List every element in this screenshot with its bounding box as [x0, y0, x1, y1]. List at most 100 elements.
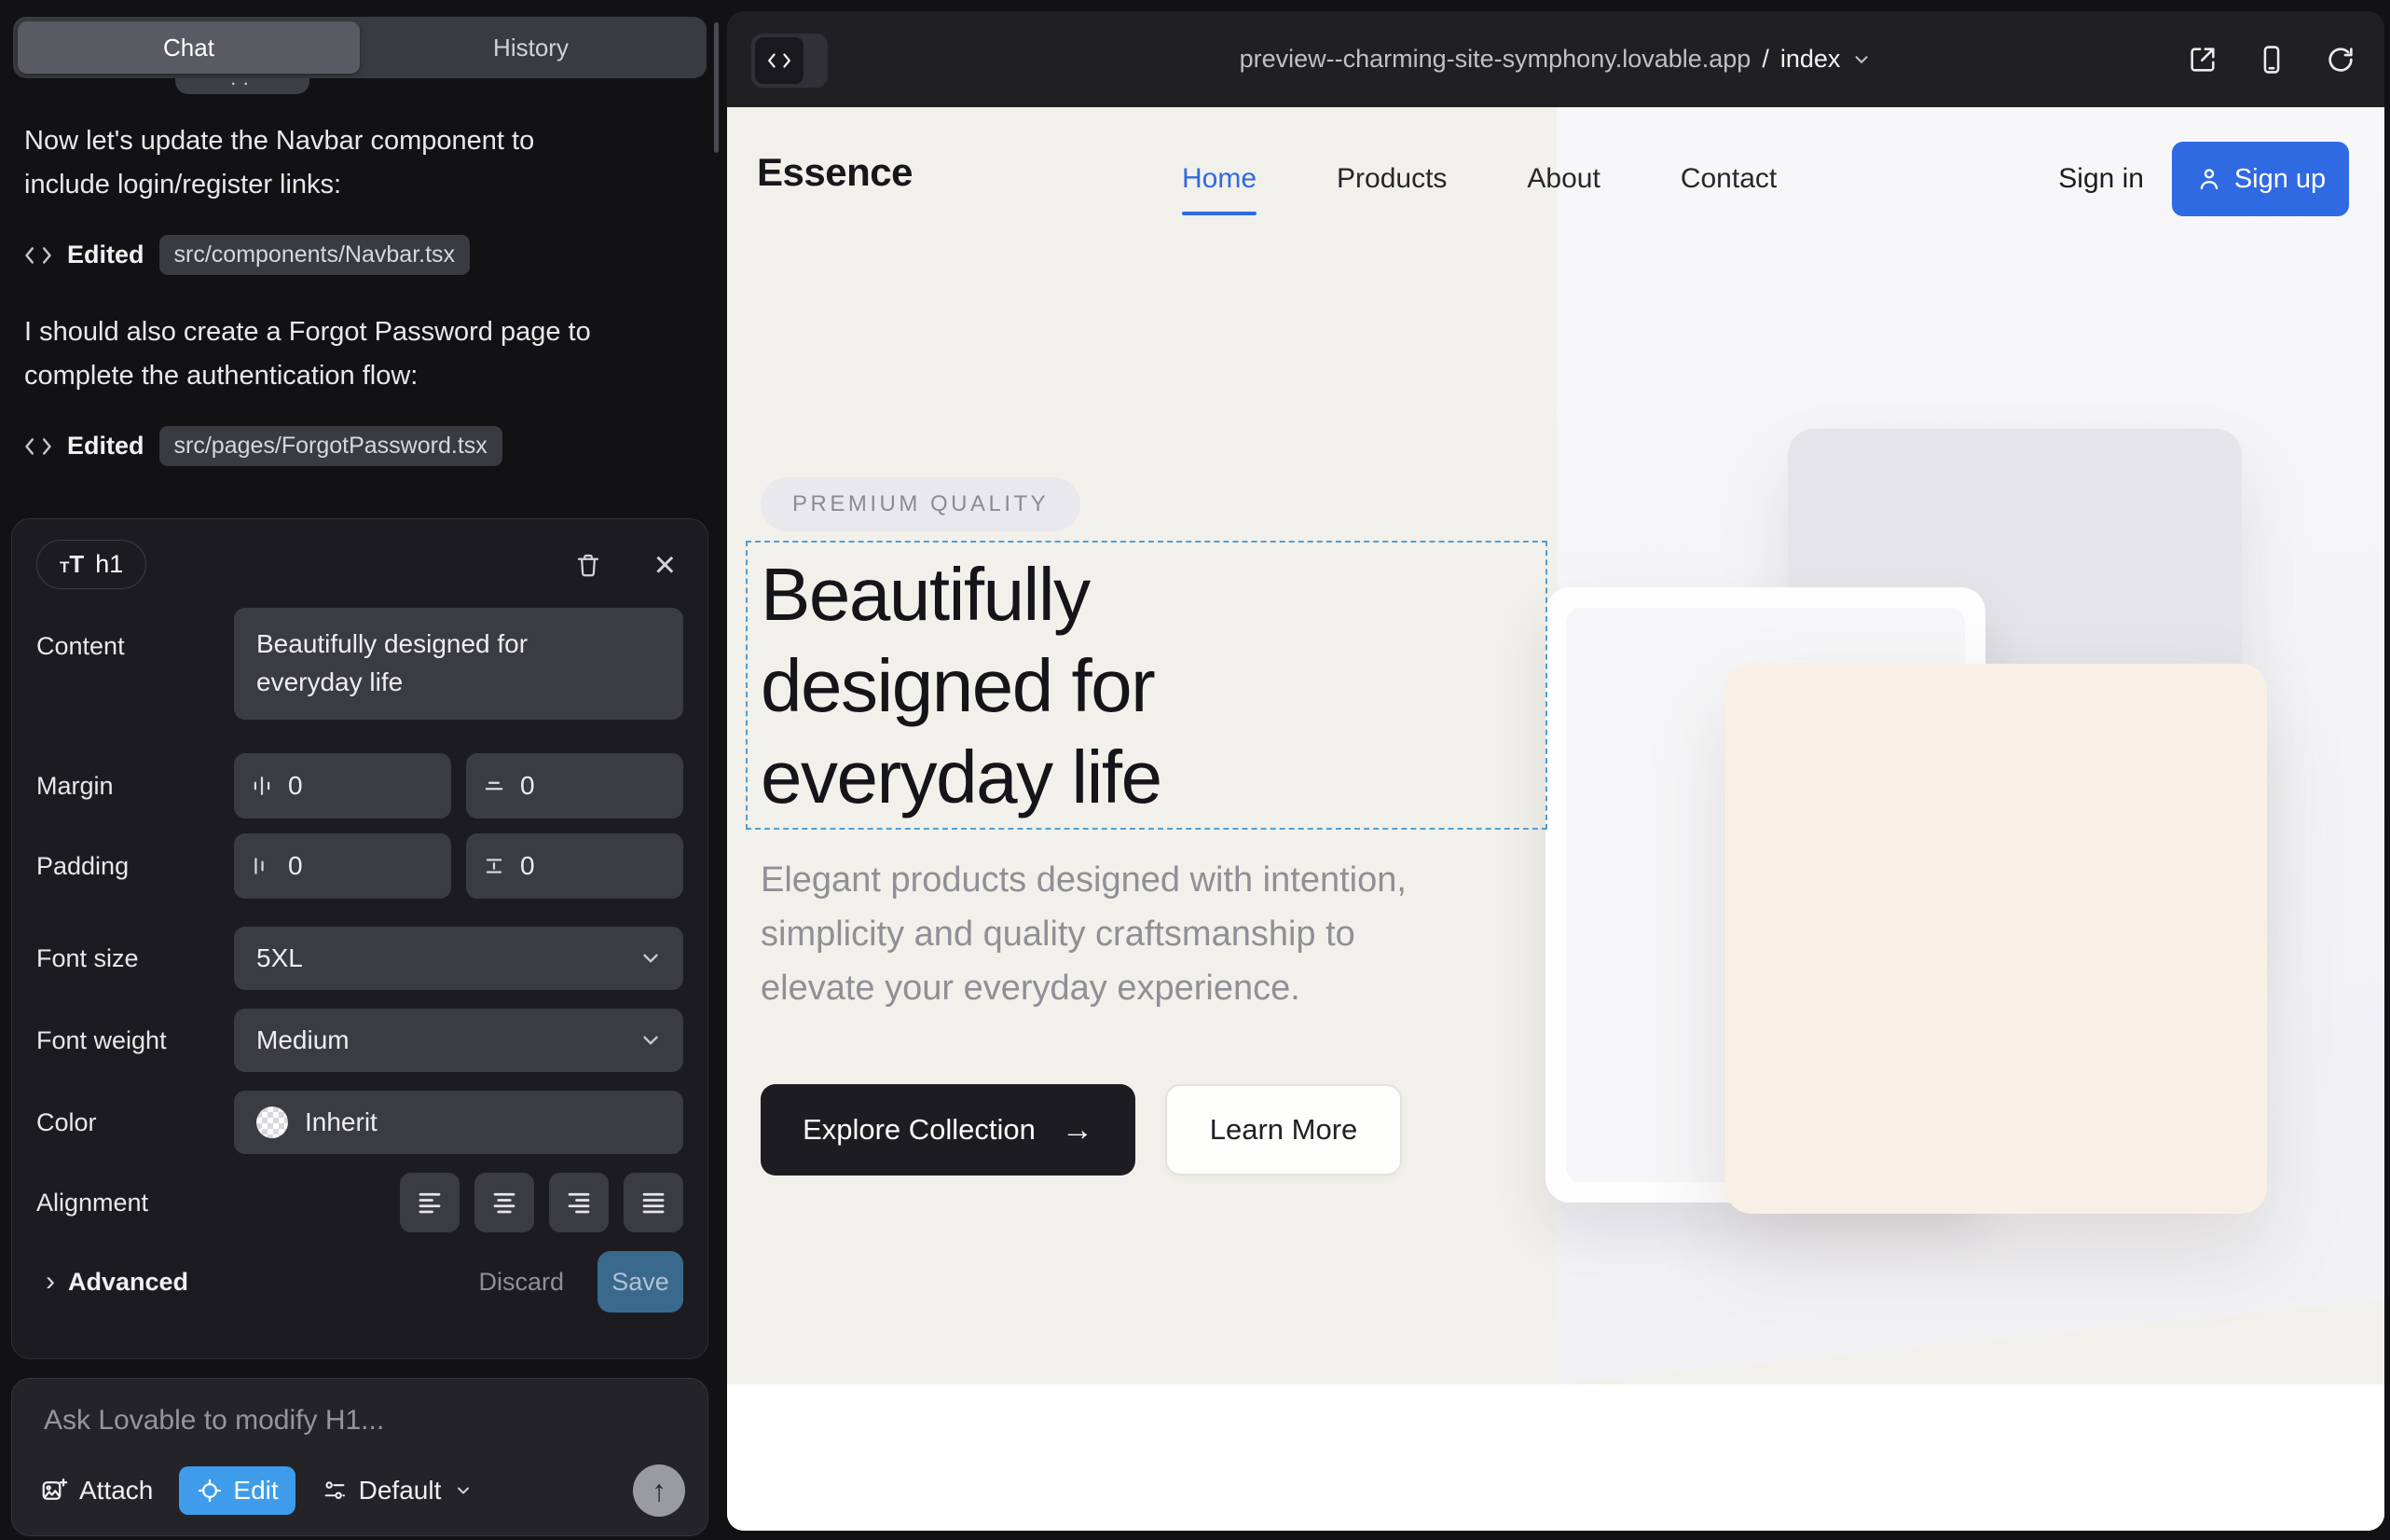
- nav-link-contact[interactable]: Contact: [1681, 163, 1777, 195]
- site-viewport: Essence Home Products About Contact Sign…: [727, 107, 2384, 1531]
- font-weight-select[interactable]: Medium: [234, 1009, 683, 1072]
- align-justify-icon: [639, 1189, 667, 1217]
- preview-url[interactable]: preview--charming-site-symphony.lovable.…: [1240, 45, 1873, 74]
- attach-label: Attach: [79, 1476, 153, 1506]
- scrolled-chip[interactable]: ··: [175, 78, 309, 94]
- explore-collection-button[interactable]: Explore Collection →: [761, 1084, 1135, 1176]
- edited-file-chip[interactable]: src/components/Navbar.tsx: [159, 235, 471, 275]
- padding-vertical-icon: [483, 855, 505, 877]
- element-tag-name: h1: [95, 550, 123, 579]
- mode-select[interactable]: Default: [322, 1476, 474, 1506]
- next-section-background: [727, 1384, 2384, 1531]
- selected-element-outline[interactable]: [746, 541, 1547, 830]
- cta-primary-label: Explore Collection: [803, 1113, 1036, 1147]
- attach-button[interactable]: Attach: [40, 1476, 153, 1506]
- padding-y-input[interactable]: 0: [466, 833, 683, 899]
- padding-y-value: 0: [520, 851, 535, 881]
- nav-link-about[interactable]: About: [1527, 163, 1600, 195]
- mobile-view-button[interactable]: [2256, 44, 2287, 76]
- learn-more-button[interactable]: Learn More: [1165, 1084, 1402, 1176]
- send-button[interactable]: ↑: [633, 1464, 685, 1517]
- align-left-button[interactable]: [400, 1173, 460, 1232]
- site-brand[interactable]: Essence: [757, 150, 913, 195]
- font-weight-row: Font weight Medium: [36, 1009, 683, 1072]
- refresh-icon: [2325, 44, 2356, 76]
- padding-row: Padding 0 0: [36, 833, 683, 899]
- chat-message: I should also create a Forgot Password p…: [24, 310, 639, 398]
- sign-in-link[interactable]: Sign in: [2058, 163, 2144, 195]
- code-icon: [24, 243, 52, 268]
- code-view-toggle[interactable]: [751, 34, 828, 88]
- padding-label: Padding: [36, 852, 210, 881]
- chevron-down-icon: [639, 1028, 663, 1052]
- discard-button[interactable]: Discard: [478, 1268, 564, 1297]
- external-link-icon: [2187, 44, 2218, 76]
- margin-x-input[interactable]: 0: [234, 753, 451, 818]
- site-navbar: Essence Home Products About Contact Sign…: [727, 107, 2384, 247]
- code-icon: [755, 37, 804, 84]
- preview-toolbar-actions: [2187, 11, 2356, 107]
- delete-element-button[interactable]: [574, 550, 602, 580]
- prompt-input[interactable]: Ask Lovable to modify H1...: [44, 1405, 676, 1437]
- chevron-right-icon: ›: [46, 1266, 55, 1298]
- align-center-button[interactable]: [474, 1173, 534, 1232]
- alignment-label: Alignment: [36, 1189, 210, 1217]
- alignment-row: Alignment: [36, 1173, 683, 1232]
- open-external-button[interactable]: [2187, 44, 2218, 76]
- margin-y-input[interactable]: 0: [466, 753, 683, 818]
- content-input[interactable]: Beautifully designed for everyday life: [234, 608, 683, 720]
- edited-label: Edited: [67, 241, 144, 269]
- refresh-button[interactable]: [2325, 44, 2356, 76]
- edited-file-chip[interactable]: src/pages/ForgotPassword.tsx: [159, 426, 502, 466]
- font-size-select[interactable]: 5XL: [234, 927, 683, 990]
- type-icon: TT: [60, 550, 84, 579]
- align-center-icon: [490, 1189, 518, 1217]
- padding-horizontal-icon: [251, 855, 273, 877]
- target-icon: [196, 1477, 224, 1505]
- editor-header-actions: ×: [574, 550, 676, 580]
- save-button[interactable]: Save: [598, 1251, 683, 1313]
- advanced-label: Advanced: [68, 1268, 188, 1297]
- font-size-row: Font size 5XL: [36, 927, 683, 990]
- chevron-down-icon: [454, 1481, 473, 1500]
- editor-footer: › Advanced Discard Save: [36, 1251, 683, 1313]
- close-editor-button[interactable]: ×: [654, 551, 676, 579]
- color-swatch: [256, 1107, 288, 1138]
- margin-horizontal-icon: [251, 775, 273, 797]
- advanced-toggle[interactable]: › Advanced: [46, 1266, 188, 1298]
- prompt-toolbar: Attach Edit Default ↑: [40, 1464, 685, 1517]
- tab-bar: Chat History: [13, 17, 707, 78]
- margin-y-value: 0: [520, 771, 535, 801]
- tab-history[interactable]: History: [360, 21, 702, 74]
- site-nav-links: Home Products About Contact: [1182, 163, 1777, 195]
- nav-link-home[interactable]: Home: [1182, 163, 1257, 195]
- padding-x-value: 0: [288, 851, 303, 881]
- file-edit-row[interactable]: Edited src/components/Navbar.tsx: [24, 235, 639, 275]
- chat-messages: Now let's update the Navbar component to…: [24, 119, 639, 502]
- align-right-icon: [565, 1189, 593, 1217]
- color-select[interactable]: Inherit: [234, 1091, 683, 1154]
- padding-x-input[interactable]: 0: [234, 833, 451, 899]
- editor-header: TT h1 ×: [36, 540, 683, 589]
- font-size-label: Font size: [36, 944, 210, 973]
- arrow-up-icon: ↑: [652, 1474, 666, 1508]
- url-host: preview--charming-site-symphony.lovable.…: [1240, 45, 1751, 74]
- edit-mode-button[interactable]: Edit: [179, 1466, 295, 1515]
- sign-up-button[interactable]: Sign up: [2172, 142, 2349, 216]
- file-edit-row[interactable]: Edited src/pages/ForgotPassword.tsx: [24, 426, 639, 466]
- align-justify-button[interactable]: [624, 1173, 683, 1232]
- margin-label: Margin: [36, 772, 210, 801]
- edited-label: Edited: [67, 432, 144, 461]
- chevron-down-icon: [1851, 49, 1872, 70]
- element-tag-pill[interactable]: TT h1: [36, 540, 146, 589]
- chat-message: Now let's update the Navbar component to…: [24, 119, 639, 207]
- edit-label: Edit: [233, 1476, 278, 1506]
- tab-chat[interactable]: Chat: [18, 21, 360, 74]
- nav-link-products[interactable]: Products: [1337, 163, 1447, 195]
- scrollbar[interactable]: [714, 22, 719, 153]
- app: Chat History ·· Now let's update the Nav…: [0, 0, 2390, 1540]
- color-row: Color Inherit: [36, 1091, 683, 1154]
- hero-cta-row: Explore Collection → Learn More: [761, 1084, 1402, 1176]
- ellipsis-dots: ··: [230, 78, 255, 88]
- align-right-button[interactable]: [549, 1173, 609, 1232]
